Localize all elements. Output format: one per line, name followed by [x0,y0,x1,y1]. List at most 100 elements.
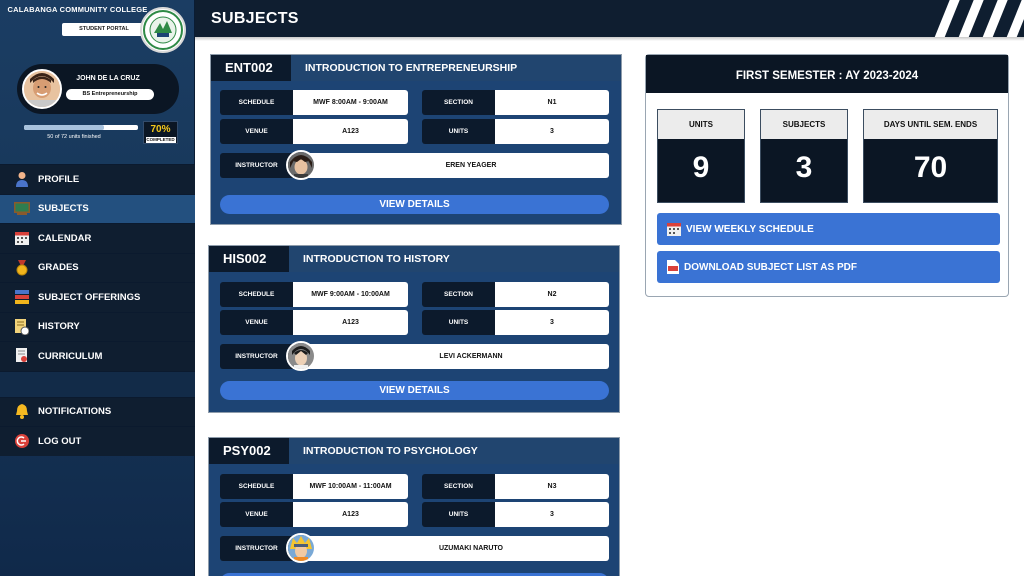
view-details-button[interactable]: VIEW DETAILS [220,381,609,400]
units-field: UNITS 3 [422,502,609,527]
instructor-label: INSTRUCTOR [220,344,293,369]
instructor-label: INSTRUCTOR [220,536,293,561]
semester-summary-panel: FIRST SEMESTER : AY 2023-2024 UNITS 9 SU… [645,54,1009,297]
instructor-name: LEVI ACKERMANN [293,344,609,369]
sidebar-item-label: SUBJECT OFFERINGS [38,291,141,303]
venue-value: A123 [293,502,408,527]
units-progress-fill [24,125,104,130]
units-progress-text: 50 of 72 units finished [47,134,101,140]
sidebar-item-label: GRADES [38,262,79,274]
schedule-field: SCHEDULE MWF 10:00AM - 11:00AM [220,474,408,499]
nav-divider [0,370,195,397]
section-field: SECTION N2 [422,282,609,307]
college-name: CALABANGA COMMUNITY COLLEGE [7,5,148,14]
stat-value: 70 [913,151,948,184]
sidebar-nav: PROFILE SUBJECTS CALENDAR GRADES SUBJECT… [0,164,195,456]
subject-card-header: HIS002 INTRODUCTION TO HISTORY [209,246,619,272]
completion-label: COMPLETED [145,137,176,143]
venue-label: VENUE [220,502,293,527]
subject-card: ENT002 INTRODUCTION TO ENTREPRENEURSHIP … [210,54,622,225]
stat-label: SUBJECTS [761,110,847,139]
subject-card: HIS002 INTRODUCTION TO HISTORY SCHEDULE … [208,245,620,413]
view-details-button[interactable]: VIEW DETAILS [220,195,609,214]
schedule-field: SCHEDULE MWF 9:00AM - 10:00AM [220,282,408,307]
sidebar-item-subjects[interactable]: SUBJECTS [0,193,195,223]
sidebar-item-calendar[interactable]: CALENDAR [0,223,195,253]
bell-icon [14,404,30,420]
schedule-label: SCHEDULE [220,474,293,499]
schedule-field: SCHEDULE MWF 8:00AM - 9:00AM [220,90,408,115]
schedule-label: SCHEDULE [220,90,293,115]
instructor-field: INSTRUCTOR LEVI ACKERMANN [220,341,609,371]
stat-units: UNITS 9 [657,109,745,203]
user-icon [14,171,30,188]
venue-value: A123 [293,119,408,144]
completion-badge: 70% COMPLETED [143,121,178,144]
sidebar-item-label: LOG OUT [38,435,82,447]
venue-field: VENUE A123 [220,119,408,144]
document-history-icon [14,318,30,335]
user-course-badge: BS Entrepreneurship [66,89,154,100]
venue-value: A123 [293,310,408,335]
section-value: N1 [495,90,609,115]
schedule-label: SCHEDULE [220,282,293,307]
instructor-field: INSTRUCTOR EREN YEAGER [220,150,609,180]
sidebar-item-label: PROFILE [38,173,80,185]
top-header: SUBJECTS [195,0,1024,37]
sidebar-item-label: CURRICULUM [38,350,103,362]
view-weekly-schedule-button[interactable]: VIEW WEEKLY SCHEDULE [657,213,1000,245]
units-value: 3 [495,502,609,527]
subject-code: HIS002 [209,246,289,272]
medal-icon [14,259,30,276]
subject-card-header: PSY002 INTRODUCTION TO PSYCHOLOGY [209,438,619,464]
sidebar-item-notifications[interactable]: NOTIFICATIONS [0,396,195,426]
stat-subjects: SUBJECTS 3 [760,109,848,203]
profile-card[interactable]: JOHN DE LA CRUZ BS Entrepreneurship [17,64,179,114]
subject-code: ENT002 [211,55,291,81]
stat-days-until-sem-ends: DAYS UNTIL SEM. ENDS 70 [863,109,998,203]
section-value: N3 [495,474,609,499]
sidebar-item-label: NOTIFICATIONS [38,406,112,418]
books-icon [14,289,30,305]
units-field: UNITS 3 [422,310,609,335]
units-progress-bar [24,125,138,130]
units-label: UNITS [422,119,495,144]
college-seal-logo [140,7,186,53]
semester-title: FIRST SEMESTER : AY 2023-2024 [646,55,1008,93]
subject-title: INTRODUCTION TO ENTREPRENEURSHIP [305,62,518,74]
subject-code: PSY002 [209,438,289,464]
section-label: SECTION [422,282,495,307]
units-value: 3 [495,310,609,335]
calendar-icon [14,230,30,246]
instructor-label: INSTRUCTOR [220,153,293,178]
section-field: SECTION N1 [422,90,609,115]
sidebar-item-grades[interactable]: GRADES [0,252,195,282]
units-label: UNITS [422,310,495,335]
header-divider [195,37,1024,41]
venue-label: VENUE [220,310,293,335]
section-label: SECTION [422,474,495,499]
sidebar-item-history[interactable]: HISTORY [0,311,195,341]
download-subject-list-button[interactable]: DOWNLOAD SUBJECT LIST AS PDF [657,251,1000,283]
user-name: JOHN DE LA CRUZ [76,75,140,82]
units-label: UNITS [422,502,495,527]
completion-percent: 70% [150,124,171,135]
sidebar-item-logout[interactable]: LOG OUT [0,426,195,456]
section-label: SECTION [422,90,495,115]
venue-field: VENUE A123 [220,310,408,335]
units-value: 3 [495,119,609,144]
stat-label: UNITS [658,110,744,139]
sidebar-item-profile[interactable]: PROFILE [0,164,195,194]
portal-badge: STUDENT PORTAL [62,23,146,36]
sidebar-item-subject-offerings[interactable]: SUBJECT OFFERINGS [0,282,195,312]
instructor-field: INSTRUCTOR UZUMAKI NARUTO [220,533,609,563]
schedule-value: MWF 8:00AM - 9:00AM [293,90,408,115]
subject-title: INTRODUCTION TO PSYCHOLOGY [303,445,478,457]
stat-value: 3 [795,151,813,184]
sidebar-item-label: HISTORY [38,321,80,333]
chalkboard-icon [14,201,30,217]
subject-title: INTRODUCTION TO HISTORY [303,253,450,265]
sidebar-item-curriculum[interactable]: CURRICULUM [0,341,195,371]
schedule-value: MWF 9:00AM - 10:00AM [293,282,408,307]
sidebar: CALABANGA COMMUNITY COLLEGE STUDENT PORT… [0,0,195,576]
